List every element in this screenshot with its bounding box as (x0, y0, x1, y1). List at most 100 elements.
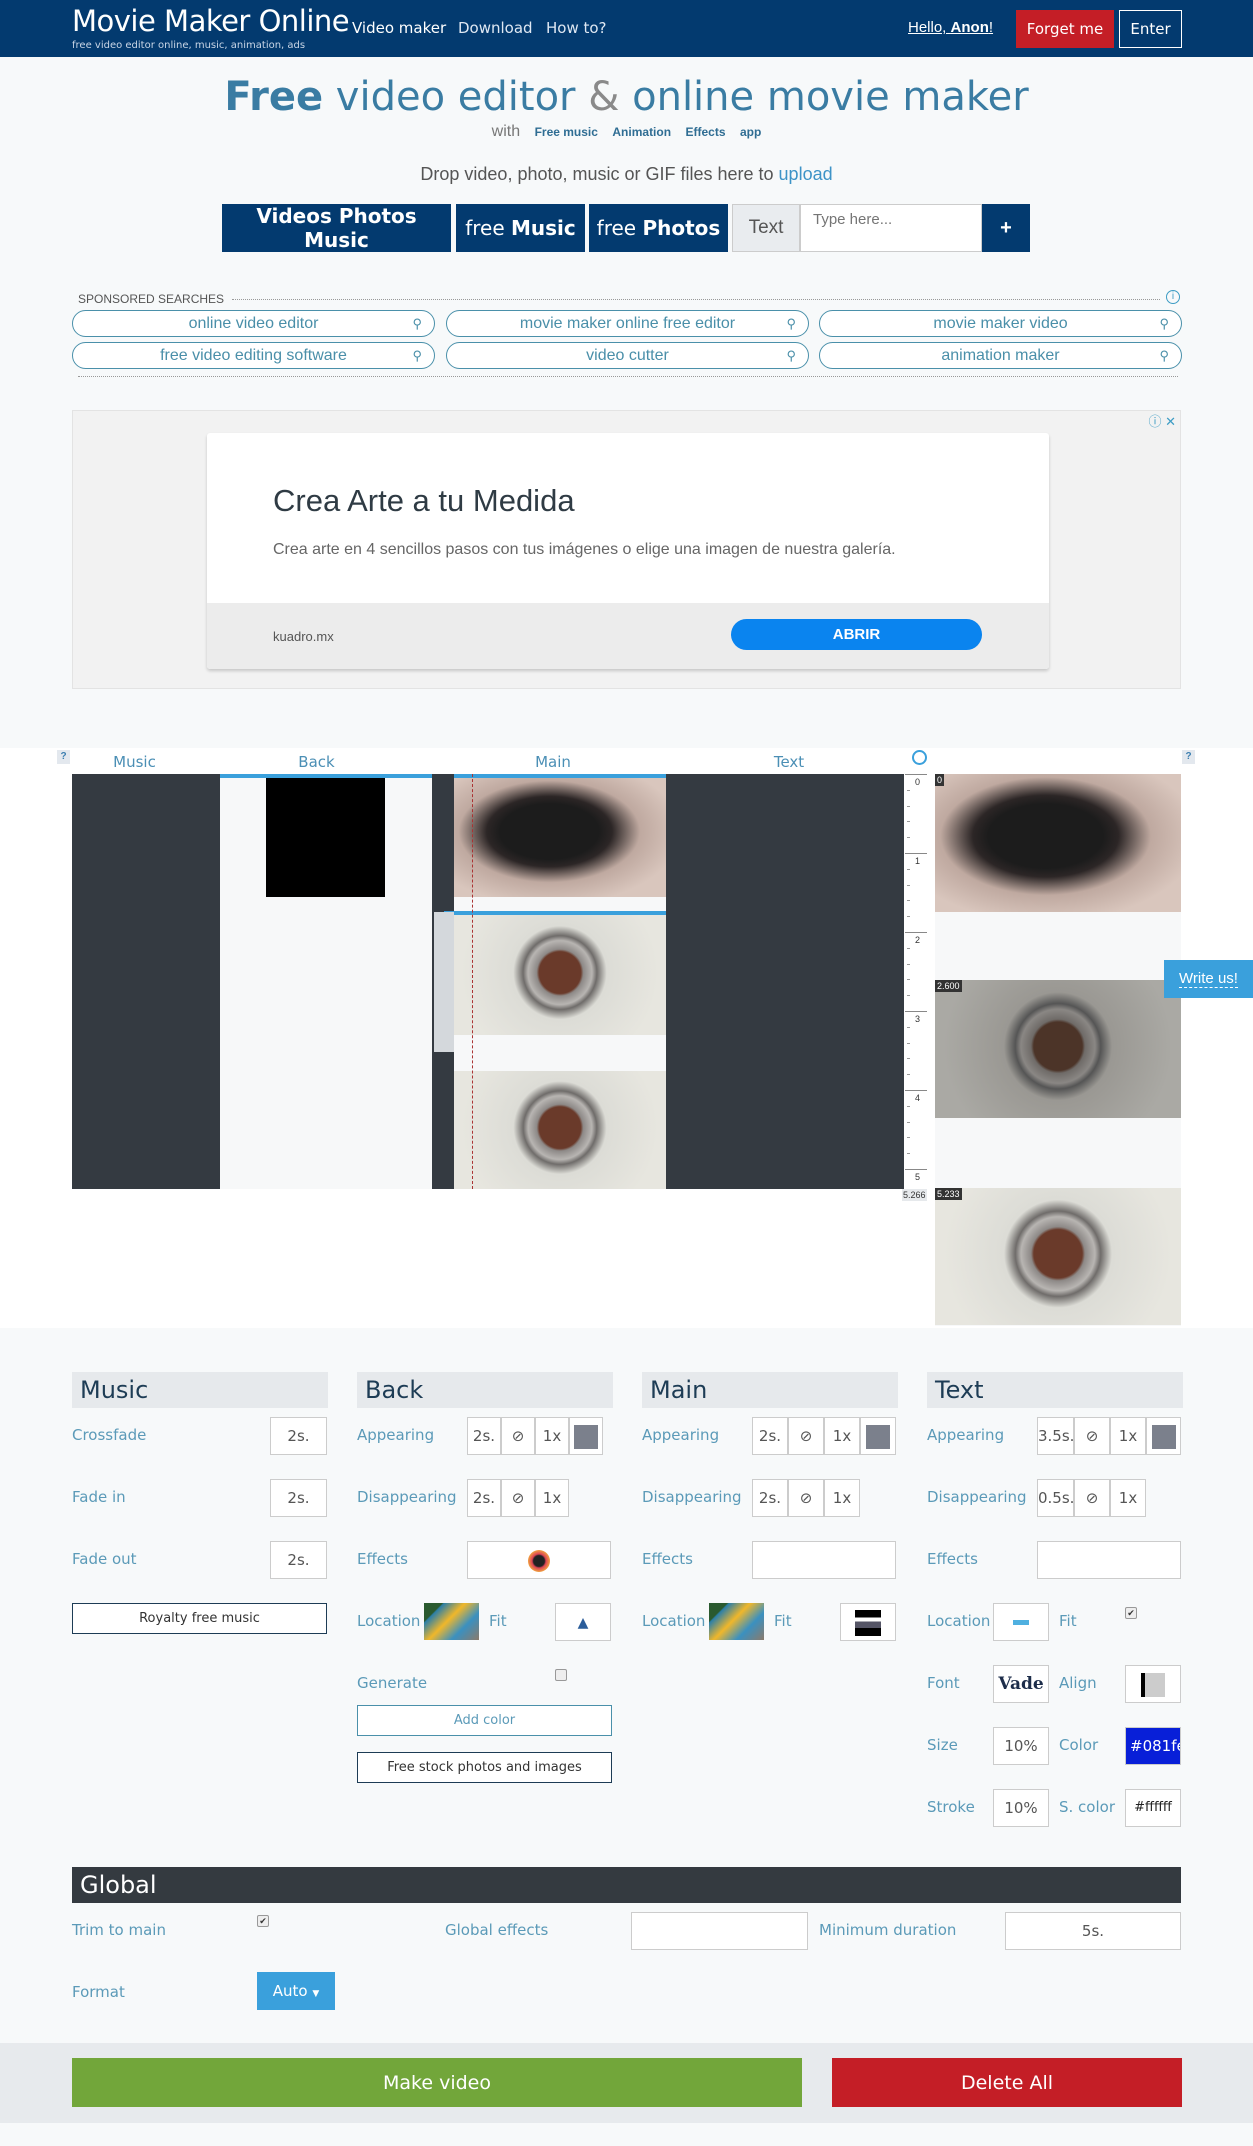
back-clip-thumbnail[interactable] (266, 778, 385, 897)
text-input[interactable] (800, 204, 982, 252)
appearing-duration[interactable]: 2s. (467, 1417, 501, 1455)
main-clip-bowl[interactable] (454, 1071, 666, 1189)
help-icon[interactable]: ? (57, 750, 70, 764)
free-photos-button[interactable]: free Photos (589, 204, 728, 252)
appearing-speed[interactable]: 1x (535, 1417, 569, 1455)
disappearing-duration[interactable]: 0.5s. (1037, 1479, 1074, 1517)
preview-frame[interactable] (935, 980, 1181, 1118)
fit-mode-icon[interactable] (840, 1603, 896, 1641)
appearing-color-picker[interactable] (1146, 1417, 1181, 1455)
effects-selector[interactable] (752, 1541, 896, 1579)
stroke-field[interactable]: 10% (993, 1789, 1049, 1827)
location-thumbnail[interactable] (424, 1603, 479, 1640)
info-icon[interactable]: i (1166, 290, 1180, 304)
preview-frame[interactable] (935, 774, 1181, 912)
search-icon: ⚲ (1159, 348, 1169, 363)
main-clip-bowl[interactable] (454, 915, 666, 1035)
crossfade-field[interactable]: 2s. (270, 1417, 327, 1455)
music-track[interactable] (72, 774, 220, 1189)
forget-me-button[interactable]: Forget me (1016, 10, 1114, 48)
clock-icon[interactable] (912, 750, 927, 765)
enter-button[interactable]: Enter (1119, 10, 1182, 48)
nav-video-maker[interactable]: Video maker (352, 19, 446, 37)
font-picker[interactable]: Vade (993, 1665, 1049, 1703)
write-us-button[interactable]: Write us! (1164, 960, 1253, 998)
royalty-free-music-button[interactable]: Royalty free music (72, 1603, 327, 1634)
brand-logo[interactable]: Movie Maker Online (72, 4, 350, 38)
format-dropdown[interactable]: Auto ▼ (257, 1972, 335, 2010)
disappearing-effect-none-icon[interactable]: ⊘ (788, 1479, 824, 1517)
sponsored-search-pill[interactable]: movie maker online free editor ⚲ (446, 310, 809, 337)
sponsored-search-pill[interactable]: free video editing software ⚲ (72, 342, 435, 369)
generate-checkbox[interactable] (555, 1669, 567, 1681)
help-icon[interactable]: ? (1182, 750, 1195, 764)
track-header-music[interactable]: Music (72, 753, 197, 771)
nav-how-to[interactable]: How to? (546, 19, 607, 37)
size-field[interactable]: 10% (993, 1727, 1049, 1765)
fade-out-field[interactable]: 2s. (270, 1541, 327, 1579)
appearing-speed[interactable]: 1x (824, 1417, 860, 1455)
title-part1: video editor (323, 74, 589, 120)
link-animation[interactable]: Animation (612, 125, 671, 139)
appearing-speed[interactable]: 1x (1110, 1417, 1146, 1455)
stroke-color-picker[interactable]: #ffffff (1125, 1789, 1181, 1827)
free-music-bold: Music (511, 216, 576, 240)
link-app[interactable]: app (740, 125, 761, 139)
track-header-text[interactable]: Text (669, 753, 909, 771)
disappearing-speed[interactable]: 1x (535, 1479, 569, 1517)
fade-in-field[interactable]: 2s. (270, 1479, 327, 1517)
track-header-back[interactable]: Back (220, 753, 413, 771)
upload-link[interactable]: upload (779, 164, 833, 184)
sponsored-search-pill[interactable]: online video editor ⚲ (72, 310, 435, 337)
text-track[interactable] (666, 774, 904, 1189)
sponsored-search-pill[interactable]: animation maker ⚲ (819, 342, 1182, 369)
sponsored-search-pill[interactable]: video cutter ⚲ (446, 342, 809, 369)
title-amp: & (588, 74, 620, 120)
appearing-effect-none-icon[interactable]: ⊘ (788, 1417, 824, 1455)
main-track[interactable] (444, 774, 666, 1189)
appearing-color-picker[interactable] (860, 1417, 896, 1455)
track-header-main[interactable]: Main (454, 753, 652, 771)
disappearing-speed[interactable]: 1x (824, 1479, 860, 1517)
ad-open-button[interactable]: ABRIR (731, 619, 982, 650)
user-greeting-link[interactable]: Hello, Anon! (908, 19, 993, 36)
disappearing-duration[interactable]: 2s. (467, 1479, 501, 1517)
free-music-button[interactable]: free Music (456, 204, 585, 252)
ad-card[interactable]: Crea Arte a tu Medida Crea arte en 4 sen… (207, 433, 1049, 669)
link-free-music[interactable]: Free music (535, 125, 598, 139)
main-clip-cat[interactable] (454, 778, 666, 897)
location-thumbnail[interactable] (709, 1603, 764, 1640)
link-effects[interactable]: Effects (686, 125, 726, 139)
effects-selector[interactable] (467, 1541, 611, 1579)
add-color-button[interactable]: Add color (357, 1705, 612, 1736)
minimum-duration-field[interactable]: 5s. (1005, 1912, 1181, 1950)
color-picker[interactable]: #081fe (1125, 1727, 1181, 1765)
preview-frame[interactable] (935, 1188, 1181, 1325)
add-text-button[interactable]: + (982, 204, 1030, 252)
make-video-button[interactable]: Make video (72, 2058, 802, 2107)
back-track[interactable] (220, 774, 432, 1189)
playhead[interactable] (472, 774, 473, 1189)
appearing-duration[interactable]: 2s. (752, 1417, 788, 1455)
ad-close-icon[interactable]: ⓘ ✕ (1148, 411, 1176, 430)
fit-mode-icon[interactable]: ▲ (555, 1603, 611, 1641)
appearing-effect-none-icon[interactable]: ⊘ (1074, 1417, 1110, 1455)
disappearing-effect-none-icon[interactable]: ⊘ (501, 1479, 535, 1517)
text-location-picker[interactable] (993, 1603, 1049, 1641)
videos-photos-music-button[interactable]: Videos Photos Music (222, 204, 451, 252)
appearing-duration[interactable]: 3.5s. (1037, 1417, 1074, 1455)
disappearing-speed[interactable]: 1x (1110, 1479, 1146, 1517)
nav-download[interactable]: Download (458, 19, 533, 37)
disappearing-duration[interactable]: 2s. (752, 1479, 788, 1517)
global-effects-field[interactable] (631, 1912, 808, 1950)
delete-all-button[interactable]: Delete All (832, 2058, 1182, 2107)
appearing-color-picker[interactable] (569, 1417, 603, 1455)
appearing-effect-none-icon[interactable]: ⊘ (501, 1417, 535, 1455)
effects-selector[interactable] (1037, 1541, 1181, 1579)
sponsored-search-pill[interactable]: movie maker video ⚲ (819, 310, 1182, 337)
align-picker[interactable] (1125, 1665, 1181, 1703)
disappearing-effect-none-icon[interactable]: ⊘ (1074, 1479, 1110, 1517)
trim-to-main-checkbox[interactable]: ✔ (257, 1915, 269, 1927)
fit-checkbox[interactable]: ✔ (1125, 1607, 1137, 1619)
free-stock-photos-button[interactable]: Free stock photos and images (357, 1752, 612, 1783)
